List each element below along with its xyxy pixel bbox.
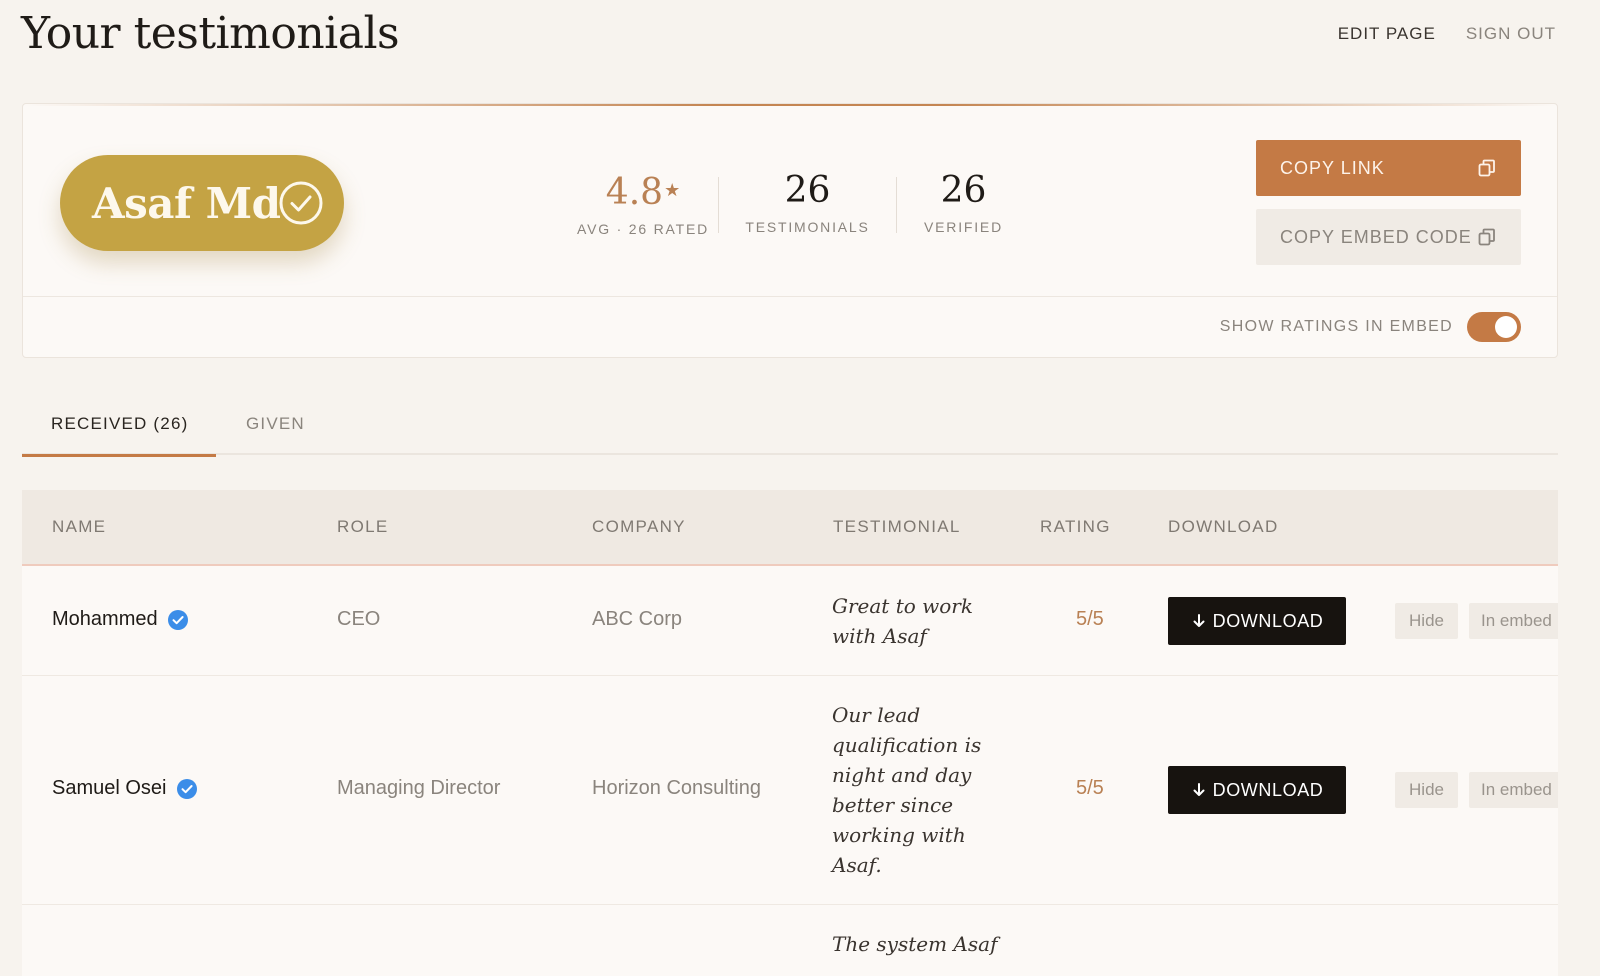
row-role: Managing Director [337,777,501,799]
row-company: Horizon Consulting [592,777,761,799]
testimonial-line: better since [832,793,954,817]
row-rating: 5/5 [1076,608,1104,630]
download-button[interactable]: DOWNLOAD [1168,766,1346,814]
testimonials-label: TESTIMONIALS [745,219,870,235]
copy-embed-code-button[interactable]: COPY EMBED CODE [1256,209,1521,265]
avg-rating-value: 4.8 [605,172,664,213]
table-row: Samuel Osei Managing Director Horizon Co… [22,676,1558,905]
show-ratings-label: SHOW RATINGS IN EMBED [1219,318,1453,335]
testimonial-line: Great to work [832,594,973,618]
hide-button[interactable]: Hide [1395,603,1458,639]
row-role: CEO [337,608,381,630]
testimonials-table: NAME ROLE COMPANY TESTIMONIAL RATING DOW… [22,490,1558,976]
testimonial-line: with Asaf [832,624,927,648]
profile-name: Asaf Md [92,178,281,228]
verified-label: VERIFIED [924,219,1003,235]
toggle-knob [1495,316,1517,338]
testimonial-tabs: RECEIVED (26) GIVEN [22,392,1558,457]
page-title: Your testimonials [21,8,400,59]
column-header-name: NAME [52,517,107,536]
copy-icon [1478,159,1495,177]
card-accent-line [23,104,1557,106]
arrow-down-icon [1193,614,1205,627]
verified-check-icon [176,778,197,799]
stat-avg-rating: 4.8★ AVG · 26 RATED [568,169,718,237]
star-icon: ★ [664,180,681,201]
testimonial-line: Asaf. [832,853,882,877]
testimonial-line: The system Asaf [832,932,998,956]
column-header-testimonial: TESTIMONIAL [833,517,961,536]
in-embed-button[interactable]: In embed [1469,772,1558,808]
edit-page-link[interactable]: EDIT PAGE [1338,24,1436,44]
table-row: The system Asaf [22,905,1558,976]
name-badge: Asaf Md [60,155,344,251]
in-embed-button[interactable]: In embed [1469,603,1558,639]
stat-verified: 26 VERIFIED [897,169,1030,237]
row-testimonial: Our lead qualification is night and day … [832,700,1002,880]
copy-link-button[interactable]: COPY LINK [1256,140,1521,196]
column-header-rating: RATING [1040,517,1111,536]
copy-link-label: COPY LINK [1280,157,1385,178]
testimonials-count: 26 [784,170,831,211]
column-header-company: COMPANY [592,517,686,536]
show-ratings-toggle-row: SHOW RATINGS IN EMBED [1220,312,1521,342]
row-testimonial: Great to work with Asaf [832,591,1002,651]
testimonial-line: working with [832,823,966,847]
table-row: Mohammed CEO ABC Corp Great to work with… [22,566,1558,676]
circle-check-icon [279,181,323,225]
row-rating: 5/5 [1076,777,1104,799]
testimonial-line: night and day [832,763,972,787]
show-ratings-toggle[interactable] [1467,312,1521,342]
row-company: ABC Corp [592,608,683,630]
hide-button[interactable]: Hide [1395,772,1458,808]
row-name: Mohammed [52,608,158,630]
sign-out-link[interactable]: SIGN OUT [1466,24,1556,44]
top-nav: EDIT PAGE SIGN OUT [1338,24,1556,44]
verified-count: 26 [940,170,987,211]
testimonial-line: qualification is [832,733,982,757]
card-divider [23,296,1557,297]
tab-received[interactable]: RECEIVED (26) [22,392,216,457]
table-header: NAME ROLE COMPANY TESTIMONIAL RATING DOW… [22,490,1558,566]
copy-embed-label: COPY EMBED CODE [1280,226,1472,247]
column-header-download: DOWNLOAD [1168,517,1279,536]
download-label: DOWNLOAD [1212,610,1324,631]
row-name: Samuel Osei [52,777,167,799]
download-label: DOWNLOAD [1212,779,1324,800]
testimonial-line: Our lead [832,703,921,727]
arrow-down-icon [1193,783,1205,796]
stats-group: 4.8★ AVG · 26 RATED 26 TESTIMONIALS 26 V… [568,169,1030,237]
stat-testimonials: 26 TESTIMONIALS [719,169,896,237]
download-button[interactable]: DOWNLOAD [1168,597,1346,645]
avg-rating-label: AVG · 26 RATED [576,221,710,237]
tab-given[interactable]: GIVEN [246,392,305,455]
copy-icon [1478,228,1495,246]
column-header-role: ROLE [337,517,389,536]
profile-card: Asaf Md 4.8★ AVG · 26 RATED 26 TESTIMONI… [22,103,1558,358]
row-testimonial: The system Asaf [832,929,1002,959]
verified-check-icon [167,609,188,630]
